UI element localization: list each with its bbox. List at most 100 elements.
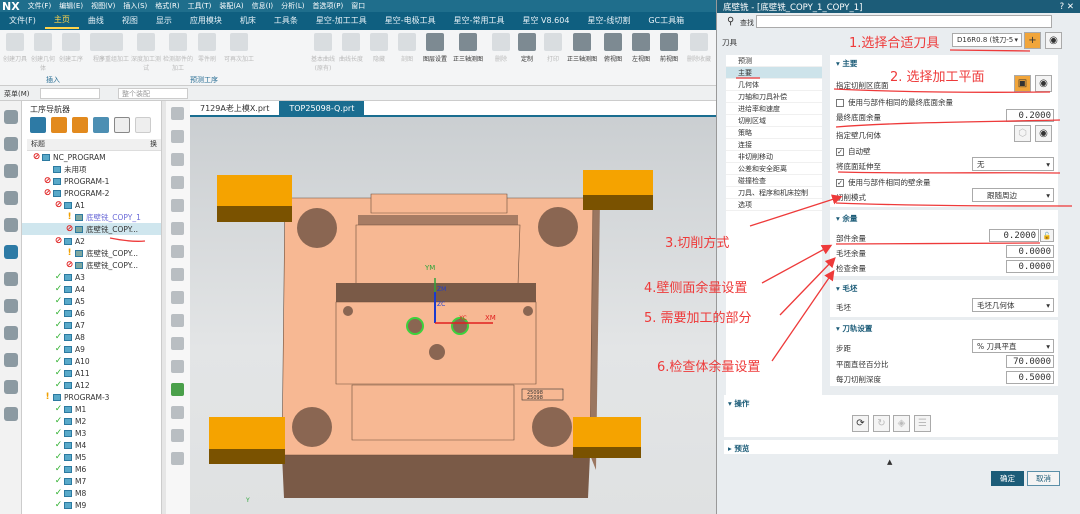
- search-label: 查找: [740, 19, 754, 27]
- axis-xm: XM: [485, 314, 496, 322]
- list-button[interactable]: ☰: [914, 415, 931, 432]
- clamp-bottom-left: [209, 417, 285, 464]
- lock-button[interactable]: 🔓: [1040, 229, 1054, 242]
- part-stock-label: 部件余量: [836, 234, 866, 243]
- path-header[interactable]: ▾ 刀轨设置: [836, 323, 872, 334]
- final-floor-stock-label: 最终底面余量: [836, 113, 881, 122]
- hole: [532, 407, 572, 447]
- part-stock-input[interactable]: 0.2000: [989, 229, 1039, 242]
- use-floor-stock-checkbox[interactable]: 使用与部件相同的最终底面余量: [836, 97, 953, 108]
- generate-button[interactable]: ⟳: [852, 415, 869, 432]
- axis-ym: YM: [424, 264, 435, 272]
- tree-tolerance[interactable]: 公差和安全距离: [726, 163, 822, 175]
- annotation-3: 3.切削方式: [665, 236, 730, 251]
- flat-diameter-pct-label: 平面直径百分比: [836, 360, 889, 369]
- axis-y: Y: [245, 497, 250, 504]
- section-preview: [724, 440, 1058, 454]
- stock-header[interactable]: ▾ 余量: [836, 213, 857, 224]
- blank-stock-input[interactable]: 0.0000: [1006, 245, 1054, 258]
- small-hole: [523, 306, 533, 316]
- tree-main[interactable]: 主要: [726, 67, 822, 79]
- extend-floor-label: 将底面延伸至: [836, 162, 881, 171]
- top-pocket: [358, 215, 518, 225]
- tool-label: 刀具: [722, 38, 737, 47]
- edit-tool-button[interactable]: ◉: [1045, 32, 1062, 49]
- search-input[interactable]: [756, 15, 1052, 28]
- annotation-5: 5. 需要加工的部分: [644, 311, 752, 326]
- extend-floor-dropdown[interactable]: 无: [972, 157, 1054, 171]
- hole: [538, 207, 578, 247]
- new-tool-icon: +: [1028, 35, 1037, 46]
- tree-options[interactable]: 选项: [726, 199, 822, 211]
- auto-wall-checkbox[interactable]: ✓ 自动壁: [836, 146, 871, 157]
- clamp-top-right: [583, 170, 653, 210]
- depth-per-cut-label: 每刀切削深度: [836, 375, 881, 384]
- binoculars-icon: ⚲: [727, 16, 735, 27]
- new-tool-button[interactable]: +: [1024, 32, 1041, 49]
- preview-header[interactable]: ▸ 预览: [728, 443, 749, 454]
- generate-icon: ⟳: [856, 418, 865, 429]
- tree-geometry[interactable]: 几何体: [726, 79, 822, 91]
- stepover-dropdown[interactable]: % 刀具平直: [972, 339, 1054, 353]
- lock-icon: 🔓: [1042, 231, 1052, 240]
- collapse-arrow-icon[interactable]: ▲: [887, 458, 892, 466]
- annotation-1: 1.选择合适刀具: [849, 36, 940, 51]
- ok-button[interactable]: 确定: [991, 471, 1024, 486]
- cut-floor-label: 指定切削区底面: [836, 81, 889, 90]
- check-stock-input[interactable]: 0.0000: [1006, 260, 1054, 273]
- tree-tool-program[interactable]: 刀具、程序和机床控制: [726, 187, 822, 199]
- replay-button[interactable]: ↻: [873, 415, 890, 432]
- tool-dropdown[interactable]: D16R0.8 (铣刀-5: [952, 33, 1022, 47]
- tree-connections[interactable]: 连接: [726, 139, 822, 151]
- cube-icon: ▣: [1017, 78, 1028, 89]
- cut-pattern-label: 切削模式: [836, 193, 866, 202]
- tree-cut-area[interactable]: 切削区域: [726, 115, 822, 127]
- selected-hole: [406, 317, 424, 335]
- blank-stock-label: 毛坯余量: [836, 249, 866, 258]
- cancel-button[interactable]: 取消: [1027, 471, 1060, 486]
- select-floor-button[interactable]: ▣: [1014, 75, 1031, 92]
- tree-predict[interactable]: 预测: [726, 55, 822, 67]
- eye-icon: ◉: [1039, 128, 1048, 139]
- eye-icon: ◉: [1039, 78, 1048, 89]
- blank-header[interactable]: ▾ 毛坯: [836, 283, 857, 294]
- show-wall-button[interactable]: ◉: [1035, 125, 1052, 142]
- depth-per-cut-input[interactable]: 0.5000: [1006, 371, 1054, 384]
- small-hole: [343, 306, 353, 316]
- list-icon: ☰: [918, 418, 927, 429]
- dialog-title: 底壁铣 - [底壁铣_COPY_1_COPY_1]: [723, 2, 863, 13]
- main-header[interactable]: ▾ 主要: [836, 58, 857, 69]
- replay-icon: ↻: [877, 418, 886, 429]
- engraving-text-2: 25098: [527, 395, 543, 401]
- tree-collision[interactable]: 碰撞检查: [726, 175, 822, 187]
- operations-header[interactable]: ▾ 操作: [728, 398, 749, 409]
- section-operations: [724, 395, 1058, 437]
- select-wall-button[interactable]: ⬡: [1014, 125, 1031, 142]
- stepover-label: 步距: [836, 344, 851, 353]
- cut-pattern-dropdown[interactable]: 跟随周边: [972, 188, 1054, 202]
- tree-feeds[interactable]: 进给率和速度: [726, 103, 822, 115]
- clamp-top-left: [217, 175, 292, 222]
- axis-xc: XC: [459, 315, 467, 322]
- show-floor-button[interactable]: ◉: [1035, 75, 1052, 92]
- verify-button[interactable]: ◈: [893, 415, 910, 432]
- hole: [297, 208, 337, 248]
- annotation-6: 6.检查体余量设置: [657, 360, 761, 375]
- eye-wrench-icon: ◉: [1049, 35, 1058, 46]
- close-button[interactable]: ✕: [1067, 2, 1074, 12]
- wall-icon: ⬡: [1018, 128, 1027, 139]
- use-wall-stock-checkbox[interactable]: ✓ 使用与部件相同的壁余量: [836, 177, 931, 188]
- tree-non-cutting[interactable]: 非切削移动: [726, 151, 822, 163]
- hole: [292, 407, 332, 447]
- flat-diameter-pct-input[interactable]: 70.0000: [1006, 355, 1054, 368]
- tree-tool-axis[interactable]: 刀轴和刀具补偿: [726, 91, 822, 103]
- tree-strategy[interactable]: 策略: [726, 127, 822, 139]
- dialog-title-bar: 底壁铣 - [底壁铣_COPY_1_COPY_1] ? ✕: [717, 0, 1080, 13]
- check-stock-label: 检查余量: [836, 264, 866, 273]
- annotation-4: 4.壁侧面余量设置: [644, 281, 748, 296]
- final-floor-stock-input[interactable]: 0.2000: [1006, 109, 1054, 122]
- blank-dropdown[interactable]: 毛坯几何体: [972, 298, 1054, 312]
- help-button[interactable]: ?: [1060, 2, 1065, 12]
- clamp-bottom-right: [573, 417, 641, 458]
- pocket-floor: [355, 224, 521, 286]
